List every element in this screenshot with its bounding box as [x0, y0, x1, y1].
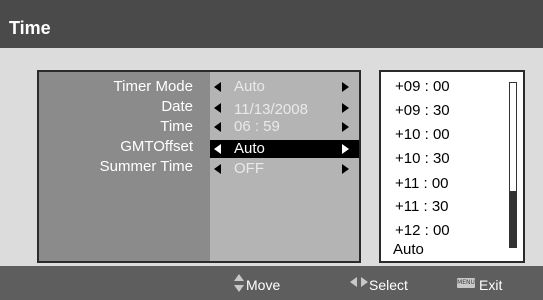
- setting-row-gmt-offset[interactable]: Auto: [210, 140, 359, 158]
- list-item[interactable]: +11 : 00: [395, 175, 449, 193]
- scrollbar[interactable]: [509, 82, 517, 248]
- hint-move: Move: [246, 277, 281, 293]
- gmt-offset-options-list[interactable]: +09 : 00 +09 : 30 +10 : 00 +10 : 30 +11 …: [379, 70, 525, 263]
- setting-row-summer-time[interactable]: OFF: [210, 160, 359, 178]
- down-arrow-icon: [234, 285, 244, 292]
- right-arrow-icon[interactable]: [342, 82, 349, 92]
- right-arrow-icon[interactable]: [342, 103, 349, 113]
- label-gmt-offset: GMTOffset: [120, 138, 193, 155]
- left-arrow-icon[interactable]: [214, 82, 221, 92]
- page-title: Time: [9, 18, 51, 38]
- left-arrow-icon: [350, 277, 357, 287]
- right-arrow-icon[interactable]: [342, 144, 349, 154]
- up-arrow-icon: [234, 274, 244, 281]
- left-arrow-icon[interactable]: [214, 103, 221, 113]
- menu-key-icon: MENU: [457, 278, 475, 288]
- right-arrow-icon[interactable]: [342, 164, 349, 174]
- list-item[interactable]: +12 : 00: [395, 222, 450, 240]
- right-arrow-icon: [361, 277, 368, 287]
- list-item[interactable]: Auto: [393, 241, 424, 259]
- hint-exit: Exit: [479, 277, 503, 293]
- label-date: Date: [161, 98, 193, 115]
- left-arrow-icon[interactable]: [214, 122, 221, 132]
- scrollbar-thumb[interactable]: [510, 191, 516, 247]
- list-item[interactable]: +09 : 00: [395, 78, 450, 96]
- settings-panel: Timer Mode Date Time GMTOffset Summer Ti…: [37, 70, 361, 263]
- footer-hints: Move Select MENU Exit: [0, 266, 543, 300]
- list-item[interactable]: +10 : 30: [395, 150, 450, 168]
- value-time: 06 : 59: [234, 118, 280, 135]
- value-summer-time: OFF: [234, 160, 264, 177]
- value-timer-mode: Auto: [234, 78, 265, 95]
- list-item[interactable]: +10 : 00: [395, 126, 450, 144]
- value-gmt-offset: Auto: [234, 140, 265, 157]
- setting-row-timer-mode[interactable]: Auto: [210, 78, 359, 96]
- list-item[interactable]: +11 : 30: [395, 198, 449, 216]
- up-down-arrows-icon: [234, 274, 244, 292]
- right-arrow-icon[interactable]: [342, 122, 349, 132]
- list-item[interactable]: +09 : 30: [395, 102, 450, 120]
- value-date: 11/13/2008: [234, 101, 308, 118]
- label-timer-mode: Timer Mode: [113, 78, 193, 95]
- setting-row-time[interactable]: 06 : 59: [210, 118, 359, 136]
- left-right-arrows-icon: [350, 277, 370, 287]
- label-time: Time: [160, 118, 193, 135]
- hint-select: Select: [369, 277, 408, 293]
- setting-row-date[interactable]: 11/13/2008: [210, 99, 359, 118]
- label-summer-time: Summer Time: [99, 158, 193, 175]
- title-bar: Time: [0, 0, 543, 48]
- left-arrow-icon[interactable]: [214, 144, 221, 154]
- left-arrow-icon[interactable]: [214, 164, 221, 174]
